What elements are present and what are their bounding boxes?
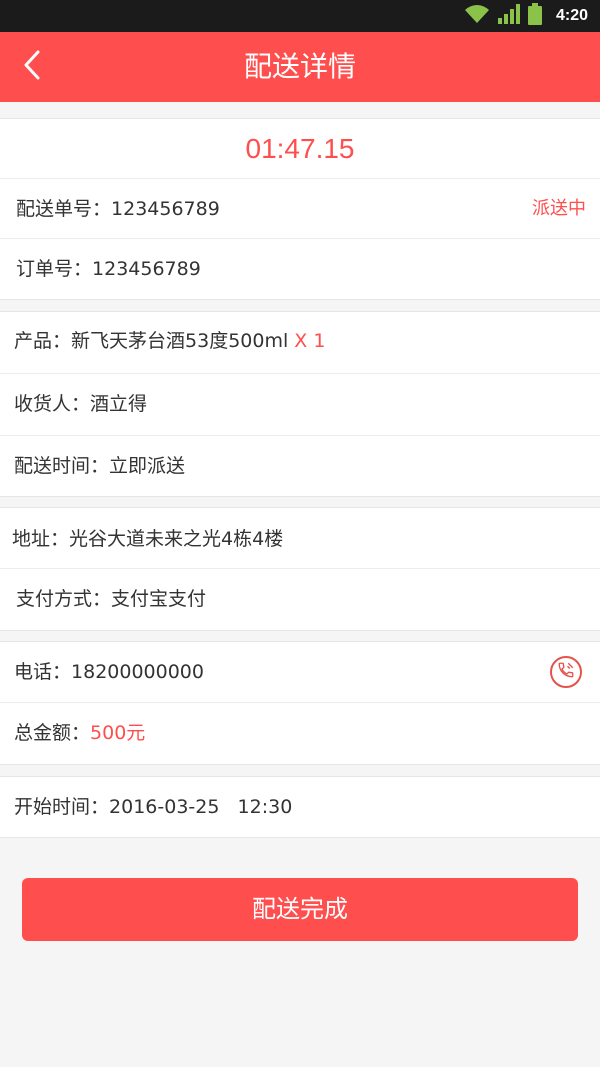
delivery-time-label: 配送时间： <box>14 455 110 477</box>
app-header: 配送详情 <box>0 32 600 102</box>
delivery-number-label: 配送单号： <box>16 198 112 220</box>
address-row: 地址：光谷大道未来之光4栋4楼 <box>0 508 600 569</box>
page-title: 配送详情 <box>243 50 356 83</box>
delivery-number-value: 123456789 <box>111 198 220 220</box>
product-quantity: X 1 <box>294 330 326 352</box>
total-value: 500元 <box>90 722 146 744</box>
product-name: 新飞天茅台酒53度500ml <box>71 330 289 352</box>
delivery-timer: 01:47.15 <box>0 119 600 179</box>
start-time-section: 开始时间：2016-03-25 12:30 <box>0 776 600 838</box>
delivery-complete-button[interactable]: 配送完成 <box>22 878 578 941</box>
payment-row: 支付方式：支付宝支付 <box>0 569 600 631</box>
phone-icon <box>557 661 575 684</box>
address-label: 地址： <box>12 528 70 550</box>
delivery-info-section: 01:47.15 配送单号：123456789 派送中 订单号：12345678… <box>0 118 600 300</box>
wifi-icon <box>464 4 490 28</box>
status-badge: 派送中 <box>532 198 586 219</box>
product-row: 产品：新飞天茅台酒53度500ml X 1 <box>0 312 600 374</box>
start-time-value: 2016-03-25 12:30 <box>109 796 293 818</box>
receiver-value: 酒立得 <box>90 393 148 415</box>
phone-row: 电话：18200000000 <box>0 642 600 703</box>
product-label: 产品： <box>14 330 72 352</box>
delivery-number-row: 配送单号：123456789 派送中 <box>0 179 600 239</box>
product-section: 产品：新飞天茅台酒53度500ml X 1 收货人：酒立得 配送时间：立即派送 <box>0 311 600 497</box>
start-time-row: 开始时间：2016-03-25 12:30 <box>0 777 600 837</box>
delivery-time-value: 立即派送 <box>109 455 186 477</box>
order-number-value: 123456789 <box>92 258 201 280</box>
order-number-row: 订单号：123456789 <box>0 239 600 299</box>
phone-value: 18200000000 <box>71 661 204 683</box>
clock-time: 4:20 <box>555 7 588 24</box>
payment-label: 支付方式： <box>16 588 112 610</box>
order-number-label: 订单号： <box>16 258 93 280</box>
phone-label: 电话： <box>14 661 72 683</box>
address-value: 光谷大道未来之光4栋4楼 <box>69 528 284 550</box>
payment-value: 支付宝支付 <box>111 588 207 610</box>
receiver-label: 收货人： <box>14 393 91 415</box>
total-label: 总金额： <box>14 722 91 744</box>
battery-icon <box>527 3 542 29</box>
receiver-row: 收货人：酒立得 <box>0 374 600 436</box>
status-bar: 4:20 <box>0 0 600 32</box>
delivery-time-row: 配送时间：立即派送 <box>0 436 600 498</box>
call-button[interactable] <box>550 656 582 688</box>
signal-icon <box>497 4 520 28</box>
address-section: 地址：光谷大道未来之光4栋4楼 支付方式：支付宝支付 <box>0 507 600 631</box>
start-time-label: 开始时间： <box>14 796 110 818</box>
total-row: 总金额：500元 <box>0 703 600 765</box>
contact-section: 电话：18200000000 总金额：500元 <box>0 641 600 765</box>
status-icons: 4:20 <box>464 3 588 29</box>
